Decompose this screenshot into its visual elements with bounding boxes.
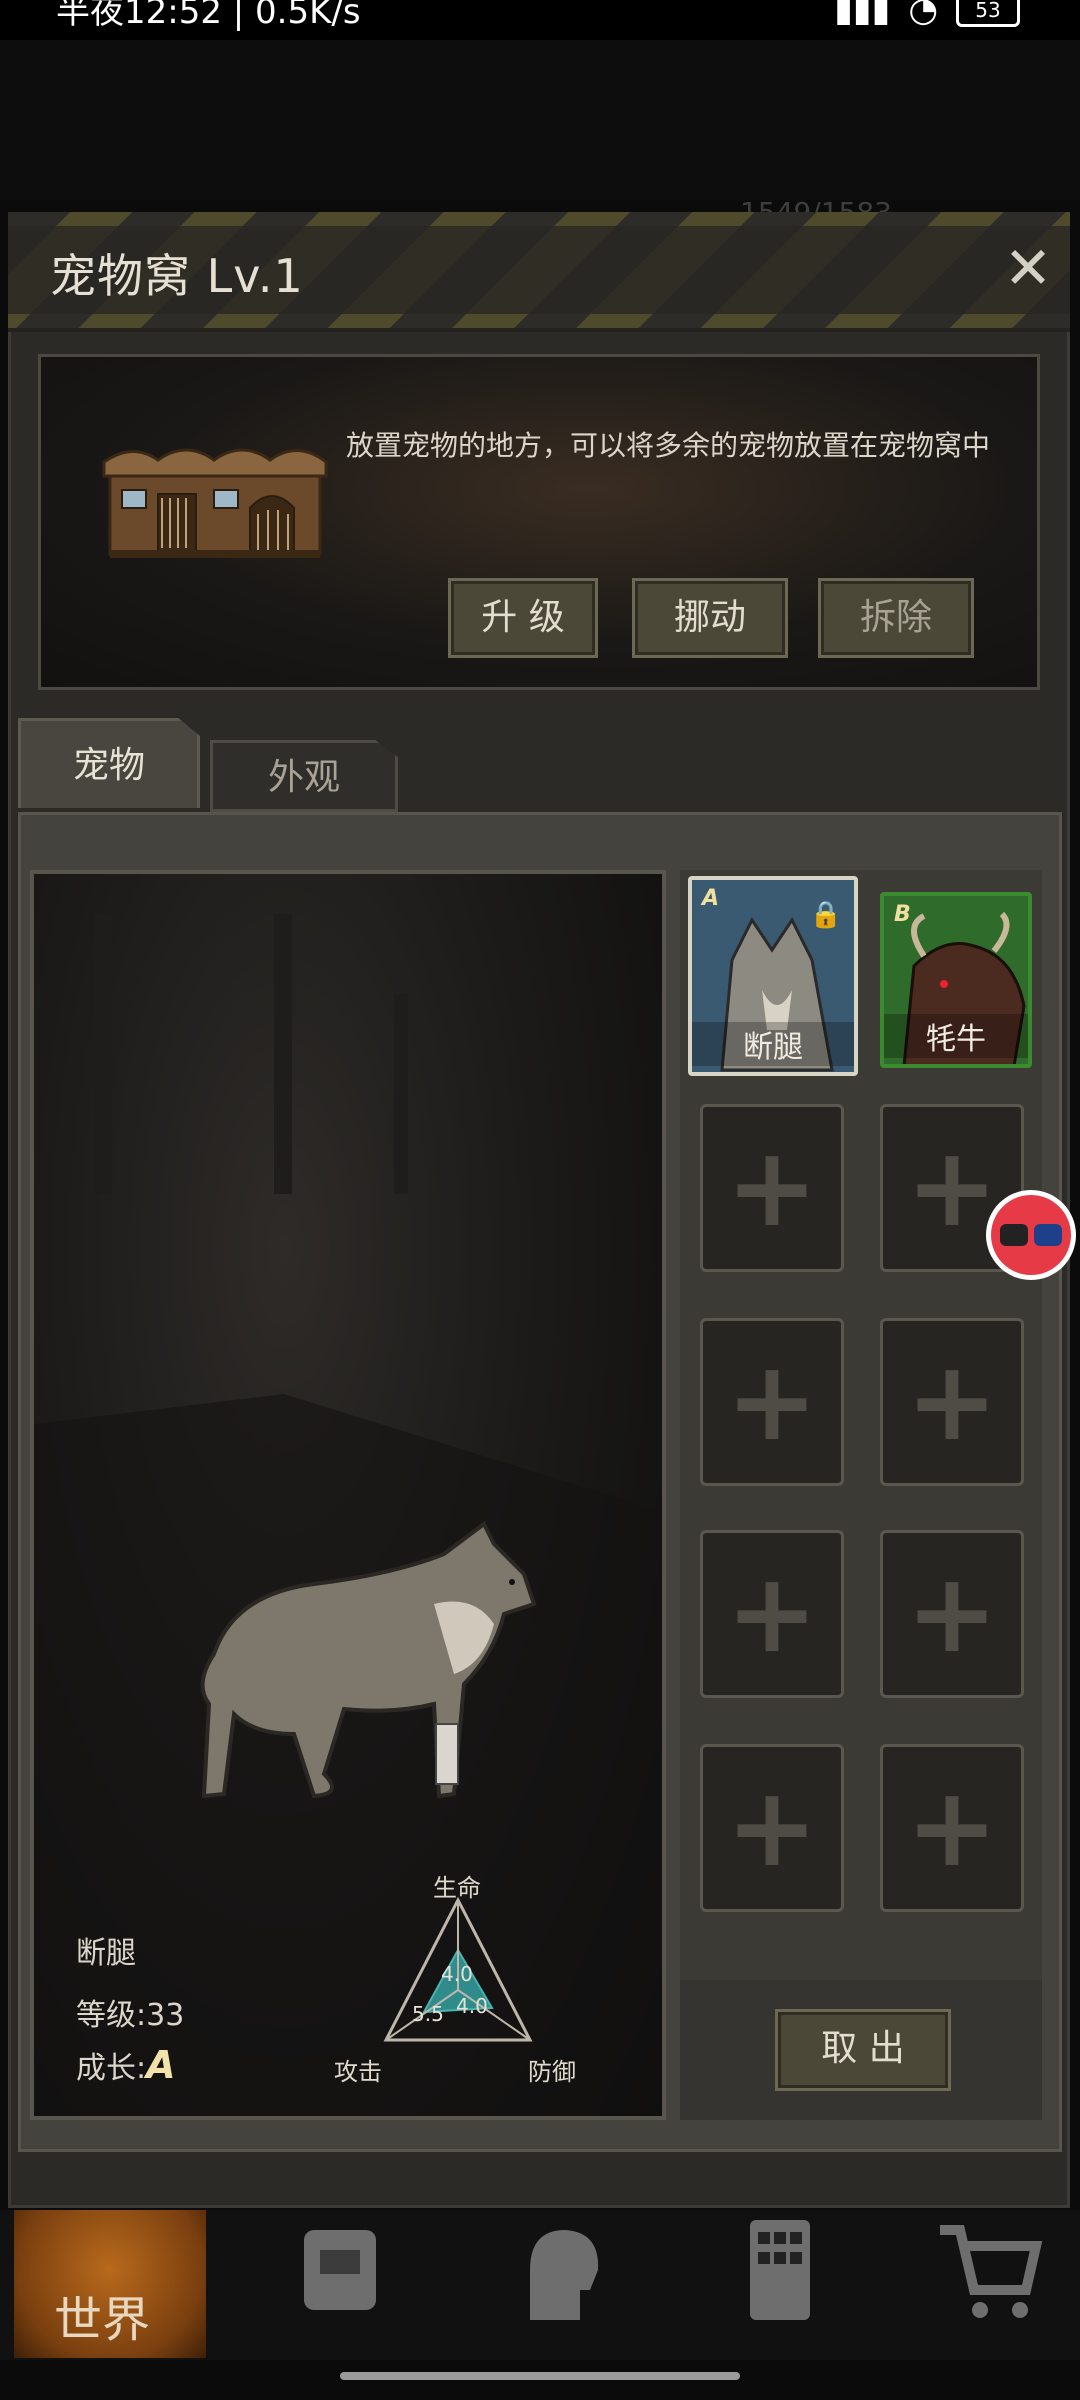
stat-life-label: 生命 [433, 1874, 481, 1902]
nav-world[interactable]: 世界 [14, 2210, 206, 2358]
plus-icon: + [905, 1337, 999, 1465]
empty-slot[interactable]: + [700, 1744, 844, 1912]
cart-icon [940, 2225, 1043, 2318]
pet-name: 断腿 [76, 1936, 136, 1971]
lock-icon: 🔒 [809, 900, 842, 930]
close-icon: ✕ [1003, 234, 1053, 302]
pet-growth: 成长:A [76, 2043, 176, 2087]
empty-slot[interactable]: + [700, 1104, 844, 1272]
backpack-icon [304, 2230, 376, 2310]
pet-slot-name: 牦牛 [884, 1014, 1028, 1058]
nav-shop[interactable] [900, 2210, 1080, 2360]
pet-growth-grade: A [146, 2043, 176, 2087]
stat-life-value: 4.0 [441, 1962, 473, 1986]
floating-assistant-button[interactable] [986, 1190, 1076, 1280]
tab-pets[interactable]: 宠物 [18, 718, 200, 808]
building-icon [750, 2220, 810, 2320]
nav-world-label: 世界 [54, 2292, 151, 2348]
stat-defense-value: 4.0 [456, 1994, 488, 2018]
nav-skills[interactable] [470, 2210, 650, 2360]
signal-icon: ▮▮▮ [834, 0, 891, 30]
pet-slot-card[interactable]: A 🔒 断腿 [688, 876, 858, 1076]
assistant-icon [991, 1195, 1071, 1275]
pet-rank-badge: A [702, 886, 720, 911]
plus-icon: + [725, 1337, 819, 1465]
pet-slot-card[interactable]: B 牦牛 [880, 892, 1032, 1068]
plus-icon: + [905, 1763, 999, 1891]
stat-attack-value: 5.5 [412, 2002, 444, 2026]
status-icons: ▮▮▮ ◔ 53 [834, 0, 1020, 30]
pet-rank-badge: B [894, 902, 911, 927]
stat-attack-label: 攻击 [334, 2058, 382, 2086]
plus-icon: + [905, 1549, 999, 1677]
plus-icon: + [725, 1763, 819, 1891]
pet-level-value: 33 [146, 1998, 185, 2033]
pet-growth-label: 成长: [76, 2051, 147, 2086]
nav-backpack[interactable] [250, 2210, 430, 2360]
close-button[interactable]: ✕ [996, 236, 1060, 300]
plus-icon: + [725, 1549, 819, 1677]
pet-slot-name: 断腿 [692, 1022, 854, 1066]
move-button[interactable]: 挪动 [632, 578, 788, 658]
pet-den-house-icon [102, 448, 328, 558]
upgrade-button[interactable]: 升 级 [448, 578, 598, 658]
empty-slot[interactable]: + [700, 1318, 844, 1486]
building-description: 放置宠物的地方，可以将多余的宠物放置在宠物窝中 [346, 429, 991, 462]
tab-appearance[interactable]: 外观 [210, 740, 398, 812]
home-indicator[interactable] [340, 2372, 740, 2380]
plus-icon: + [725, 1123, 819, 1251]
empty-slot[interactable]: + [880, 1744, 1024, 1912]
remove-button[interactable]: 拆除 [818, 578, 974, 658]
battery-icon: 53 [956, 0, 1020, 27]
background-top [0, 40, 1080, 200]
nav-build[interactable] [690, 2210, 870, 2360]
take-out-button[interactable]: 取 出 [775, 2009, 951, 2091]
empty-slot[interactable]: + [700, 1530, 844, 1698]
wifi-icon: ◔ [908, 0, 938, 30]
status-time: 半夜12:52 | 0.5K/s [56, 0, 361, 32]
dialog-title: 宠物窝 Lv.1 [50, 249, 304, 303]
status-bar: 半夜12:52 | 0.5K/s ▮▮▮ ◔ 53 [0, 0, 1080, 40]
stat-defense-label: 防御 [528, 2058, 576, 2086]
head-icon [530, 2230, 599, 2320]
empty-slot[interactable]: + [880, 1318, 1024, 1486]
pet-level: 等级:33 [76, 1990, 184, 2034]
empty-slot[interactable]: + [880, 1530, 1024, 1698]
pet-level-label: 等级: [76, 1998, 147, 2033]
